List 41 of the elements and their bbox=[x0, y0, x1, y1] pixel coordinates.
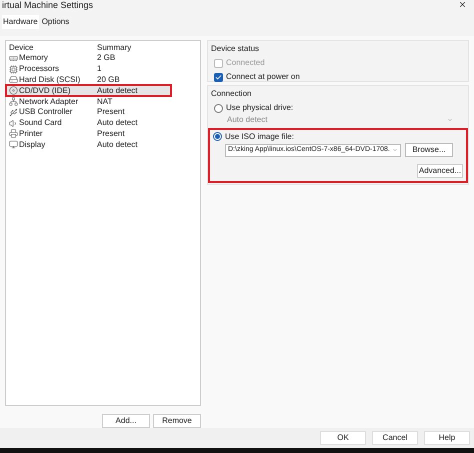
radio-label: Use physical drive: bbox=[226, 102, 294, 114]
dialog-button[interactable]: Help bbox=[424, 431, 470, 445]
memory-icon bbox=[9, 54, 18, 63]
device-row[interactable]: CD/DVD (IDE) Auto detect bbox=[6, 85, 171, 96]
radio-button[interactable] bbox=[213, 132, 222, 141]
dialog-button[interactable]: OK bbox=[320, 431, 366, 445]
dialog-button[interactable]: Cancel bbox=[372, 431, 418, 445]
speaker-icon bbox=[9, 118, 18, 128]
radio-label: Use ISO image file: bbox=[225, 130, 294, 142]
chevron-down-icon bbox=[392, 147, 398, 153]
device-row[interactable]: USB Controller Present bbox=[6, 106, 200, 118]
dialog-button[interactable]: Remove bbox=[153, 414, 201, 428]
monitor-icon bbox=[9, 140, 18, 150]
device-row[interactable]: Hard Disk (SCSI) 20 GB bbox=[6, 74, 200, 86]
disc-icon bbox=[9, 86, 18, 96]
network-icon bbox=[9, 97, 18, 106]
printer-icon bbox=[9, 129, 18, 138]
group-title: Connection bbox=[211, 88, 252, 100]
checkbox-label: Connected bbox=[226, 57, 265, 69]
browse-button[interactable]: Browse... bbox=[405, 143, 453, 157]
usb-icon bbox=[9, 108, 18, 117]
device-row[interactable]: Printer Present bbox=[6, 128, 200, 140]
tab[interactable]: Hardware bbox=[2, 15, 39, 29]
device-row[interactable]: Display Auto detect bbox=[6, 139, 200, 150]
window-title: irtual Machine Settings bbox=[2, 0, 94, 10]
checkbox[interactable] bbox=[214, 72, 223, 82]
checkbox-label: Connect at power on bbox=[226, 71, 300, 83]
group-title: Device status bbox=[211, 43, 260, 55]
close-icon[interactable] bbox=[458, 0, 467, 9]
column-header: Device bbox=[9, 42, 34, 54]
column-header: Summary bbox=[97, 42, 132, 54]
dialog-button[interactable]: Add... bbox=[102, 414, 150, 428]
device-row[interactable]: Memory 2 GB bbox=[6, 53, 200, 64]
radio-button[interactable] bbox=[214, 104, 223, 112]
device-row[interactable]: Network Adapter NAT bbox=[6, 96, 200, 107]
tab[interactable]: Options bbox=[40, 15, 70, 29]
chip-icon bbox=[9, 64, 18, 74]
chevron-down-icon bbox=[447, 117, 453, 123]
device-row[interactable]: Sound Card Auto detect bbox=[6, 118, 200, 129]
advanced-button[interactable]: Advanced... bbox=[417, 164, 463, 178]
device-row[interactable]: Processors 1 bbox=[6, 64, 200, 75]
